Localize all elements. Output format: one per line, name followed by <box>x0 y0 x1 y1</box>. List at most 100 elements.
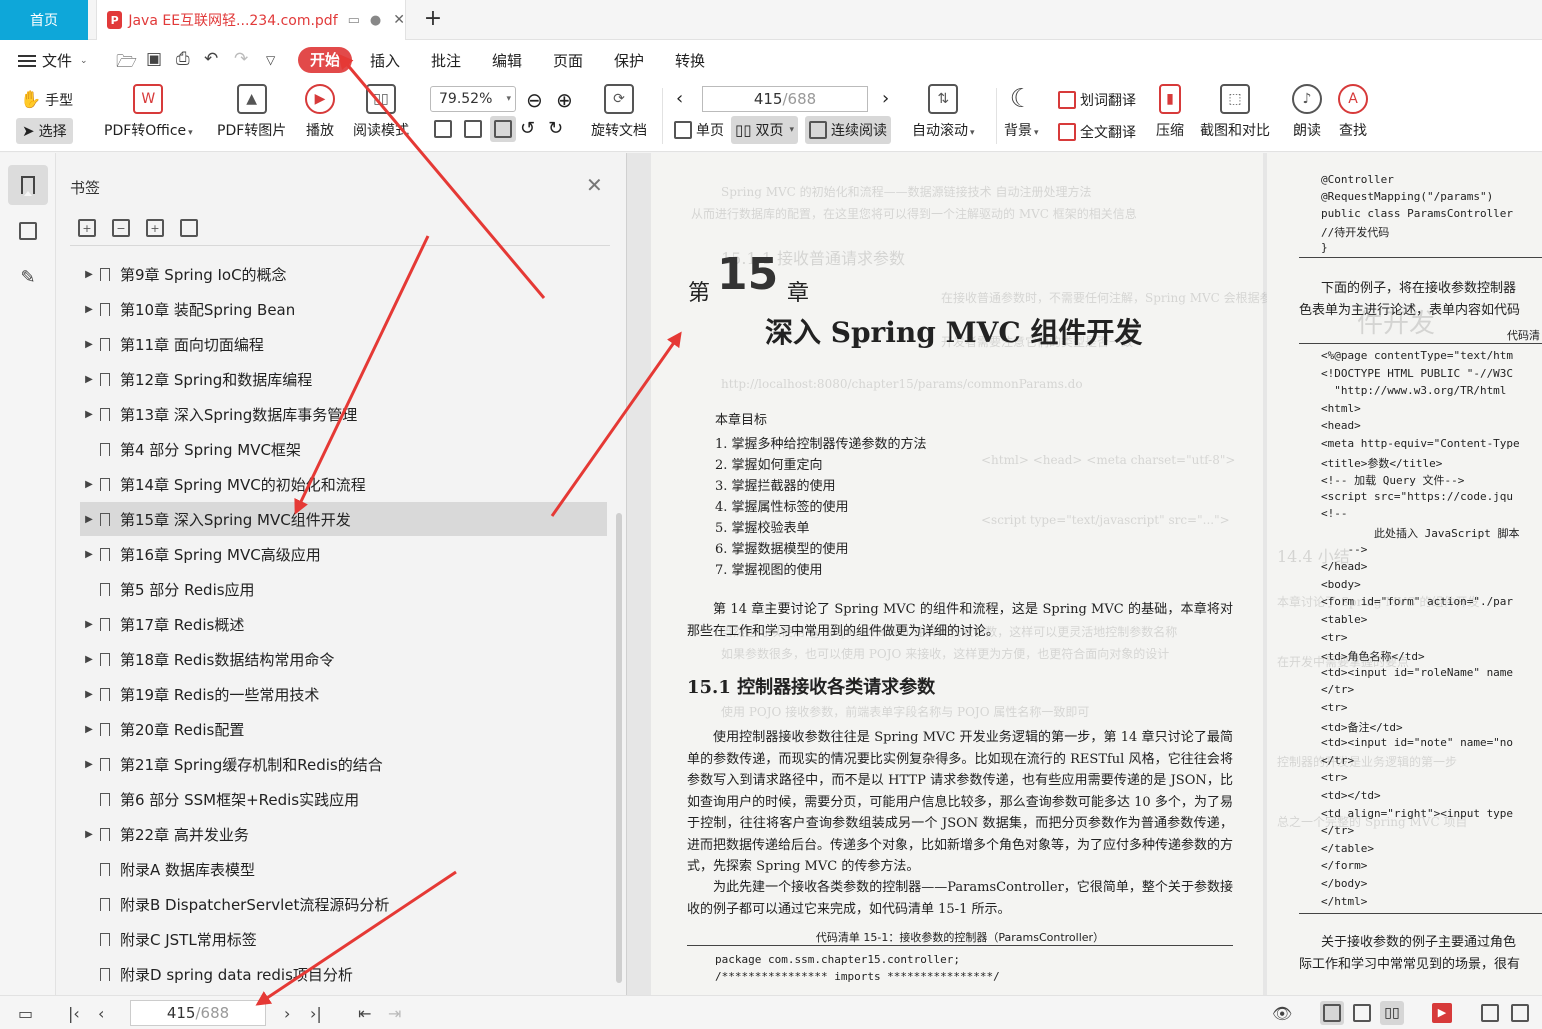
undo-icon[interactable]: ↶ <box>204 49 218 69</box>
menu-edit[interactable]: 编辑 <box>492 50 522 71</box>
bookmark-item[interactable]: ▶ 第21章 Spring缓存机制和Redis的结合 <box>80 747 607 781</box>
back-icon[interactable]: ⇤ <box>358 1004 371 1023</box>
continuous-read-button[interactable]: 连续阅读 <box>805 116 891 144</box>
bookmark-item[interactable]: ▶ 第12章 Spring和数据库编程 <box>80 362 607 396</box>
previous-page-icon[interactable]: ‹ <box>676 88 683 109</box>
previous-page-icon[interactable]: ‹ <box>98 1004 104 1023</box>
collapse-all-icon[interactable]: − <box>112 219 130 237</box>
expand-arrow-icon[interactable]: ▶ <box>80 724 98 735</box>
print-icon[interactable]: ⎙ <box>176 49 190 69</box>
save-icon[interactable]: ▣ <box>146 49 162 69</box>
tab-document[interactable]: P Java EE互联网轻...234.com.pdf ▭ ● ✕ <box>96 0 406 40</box>
bookmark-item[interactable]: ▶ 第13章 深入Spring数据库事务管理 <box>80 397 607 431</box>
expand-arrow-icon[interactable]: ▶ <box>80 304 98 315</box>
customize-quick-access-icon[interactable]: ▽ <box>266 53 275 67</box>
bookmark-item[interactable]: 第4 部分 Spring MVC框架 <box>80 432 607 466</box>
bookmark-item[interactable]: ▶ 第16章 Spring MVC高级应用 <box>80 537 607 571</box>
bookmark-item[interactable]: 第6 部分 SSM框架+Redis实践应用 <box>80 782 607 816</box>
expand-arrow-icon[interactable]: ▶ <box>80 479 98 490</box>
thumbnail-panel-button[interactable] <box>8 211 48 251</box>
actual-size-icon[interactable] <box>434 120 452 138</box>
menu-annotate[interactable]: 批注 <box>431 50 461 71</box>
bookmark-item[interactable]: ▶ 第11章 面向切面编程 <box>80 327 607 361</box>
tab-home[interactable]: 首页 <box>0 0 88 40</box>
zoom-select[interactable]: 79.52% ▾ <box>430 86 516 112</box>
redo-icon[interactable]: ↷ <box>234 49 248 69</box>
menu-protect[interactable]: 保护 <box>614 50 644 71</box>
expand-all-icon[interactable]: + <box>78 219 96 237</box>
page-number-input[interactable]: 415/688 <box>702 86 868 112</box>
expand-arrow-icon[interactable]: ▶ <box>80 549 98 560</box>
bookmark-item[interactable]: ▶ 第20章 Redis配置 <box>80 712 607 746</box>
single-view-button[interactable] <box>1350 1001 1374 1025</box>
close-tab-icon[interactable]: ✕ <box>393 12 405 28</box>
bookmark-item[interactable]: 附录B DispatcherServlet流程源码分析 <box>80 887 607 921</box>
screenshot-compare-button[interactable]: ⬚ 截图和对比 <box>1200 84 1270 140</box>
expand-arrow-icon[interactable]: ▶ <box>80 409 98 420</box>
expand-arrow-icon[interactable]: ▶ <box>80 514 98 525</box>
rotate-document-button[interactable]: ⟳ 旋转文档 <box>591 84 647 140</box>
bookmark-item[interactable]: 附录A 数据库表模型 <box>80 852 607 886</box>
find-button[interactable]: A 查找 <box>1338 84 1368 140</box>
auto-scroll-button[interactable]: ⇅ 自动滚动 ▾ <box>912 84 975 140</box>
rotate-right-icon[interactable]: ↻ <box>548 118 563 139</box>
continuous-view-button[interactable] <box>1320 1001 1344 1025</box>
double-page-button[interactable]: ▯▯ 双页 ▾ <box>731 116 799 144</box>
document-view[interactable]: Spring MVC 的初始化和流程——数据源链接技术 自动注册处理方法 从而进… <box>626 153 1542 995</box>
fit-width-icon[interactable] <box>490 116 516 142</box>
expand-arrow-icon[interactable]: ▶ <box>80 619 98 630</box>
pin-dot-icon[interactable]: ● <box>370 13 381 28</box>
bookmark-item[interactable]: ▶ 第10章 装配Spring Bean <box>80 292 607 326</box>
bookmark-item[interactable]: ▶ 第17章 Redis概述 <box>80 607 607 641</box>
fit-page-button[interactable] <box>1508 1001 1532 1025</box>
expand-arrow-icon[interactable]: ▶ <box>80 689 98 700</box>
last-page-icon[interactable]: ›| <box>310 1004 322 1023</box>
bookmark-item[interactable]: ▶ 第18章 Redis数据结构常用命令 <box>80 642 607 676</box>
status-page-input[interactable]: 415/688 <box>130 1000 266 1026</box>
expand-arrow-icon[interactable]: ▶ <box>80 269 98 280</box>
pdf-to-image-button[interactable]: ▲ PDF转图片 <box>217 84 286 140</box>
background-button[interactable]: ☾ 背景 ▾ <box>1004 84 1039 140</box>
expand-arrow-icon[interactable]: ▶ <box>80 374 98 385</box>
add-bookmark-icon[interactable]: + <box>146 219 164 237</box>
bookmark-item[interactable]: 第5 部分 Redis应用 <box>80 572 607 606</box>
forward-icon[interactable]: ⇥ <box>388 1004 401 1023</box>
menu-insert[interactable]: 插入 <box>370 50 400 71</box>
read-mode-button[interactable]: ▯▯ 阅读模式 <box>353 84 409 140</box>
expand-arrow-icon[interactable]: ▶ <box>80 759 98 770</box>
fit-page-icon[interactable] <box>464 120 482 138</box>
full-translate-button[interactable]: 全文翻译 <box>1058 122 1136 142</box>
menu-page[interactable]: 页面 <box>553 50 583 71</box>
play-slideshow-button[interactable]: ▶ <box>1430 1001 1454 1025</box>
sidebar-toggle-icon[interactable]: ▭ <box>18 1004 33 1023</box>
single-page-button[interactable]: 单页 <box>670 116 728 144</box>
next-page-icon[interactable]: › <box>882 88 889 109</box>
compress-button[interactable]: ▮ 压缩 <box>1156 84 1184 140</box>
eye-protect-icon[interactable]: 👁 <box>1272 1004 1292 1023</box>
open-folder-icon[interactable]: 🗁 <box>116 49 137 78</box>
expand-arrow-icon[interactable]: ▶ <box>80 339 98 350</box>
hand-tool-button[interactable]: ✋ 手型 <box>20 90 73 110</box>
bookmark-item[interactable]: ▶ 第9章 Spring IoC的概念 <box>80 257 607 291</box>
new-tab-button[interactable]: + <box>420 6 446 32</box>
menu-file[interactable]: 文件 ⌄ <box>18 50 88 71</box>
first-page-icon[interactable]: |‹ <box>68 1004 80 1023</box>
word-translate-button[interactable]: 划词翻译 <box>1058 90 1136 110</box>
monitor-icon[interactable]: ▭ <box>348 13 360 28</box>
menu-convert[interactable]: 转换 <box>675 50 705 71</box>
next-page-icon[interactable]: › <box>284 1004 290 1023</box>
expand-arrow-icon[interactable]: ▶ <box>80 654 98 665</box>
menu-start[interactable]: 开始 <box>298 47 352 73</box>
scrollbar[interactable] <box>616 513 622 983</box>
bookmark-item[interactable]: ▶ 第14章 Spring MVC的初始化和流程 <box>80 467 607 501</box>
bookmark-panel-button[interactable] <box>8 165 48 205</box>
close-icon[interactable]: ✕ <box>586 173 603 197</box>
annotation-panel-button[interactable]: ✎ <box>8 257 48 297</box>
bookmark-item[interactable]: ▶ 第22章 高并发业务 <box>80 817 607 851</box>
bookmark-item[interactable]: 附录D spring data redis项目分析 <box>80 957 607 991</box>
play-button[interactable]: ▶ 播放 <box>305 84 335 140</box>
bookmark-item[interactable]: ▶ 第15章 深入Spring MVC组件开发 <box>80 502 607 536</box>
actual-size-button[interactable] <box>1478 1001 1502 1025</box>
bookmark-item[interactable]: ▶ 第19章 Redis的一些常用技术 <box>80 677 607 711</box>
zoom-in-icon[interactable]: ⊕ <box>556 88 573 112</box>
